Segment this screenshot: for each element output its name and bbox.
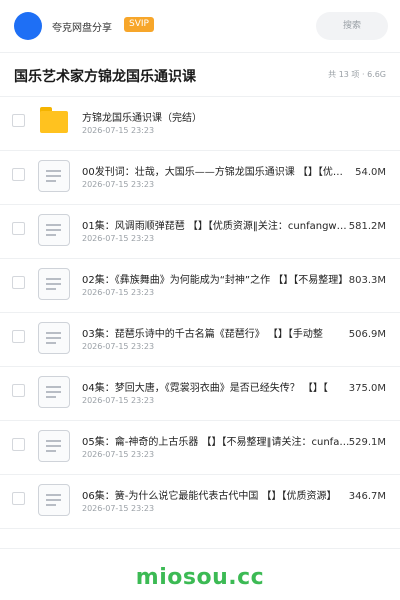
select-checkbox[interactable] [12, 330, 25, 343]
list-item[interactable]: 01集：风调雨顺弹琵琶 【】【优质资源‖关注：cunfangwu】 2026-0… [0, 204, 400, 258]
file-size: 803.3M [348, 275, 386, 286]
file-size: 506.9M [348, 329, 386, 340]
list-item[interactable]: 05集：龠-神奇的上古乐器 【】【不易整理‖请关注：cunfangwu】 202… [0, 420, 400, 474]
file-date: 2026-07-15 23:23 [82, 450, 155, 459]
watermark-logo: miosou.cc [135, 565, 265, 590]
top-bar: 夸克网盘分享 SVIP 搜索 [0, 0, 400, 52]
file-name: 02集：《彝族舞曲》为何能成为“封神”之作 【】【不易整理】 [82, 275, 349, 286]
file-size: 581.2M [348, 221, 386, 232]
document-icon [38, 160, 70, 192]
file-size: 346.7M [348, 491, 386, 502]
list-item[interactable]: 02集：《彝族舞曲》为何能成为“封神”之作 【】【不易整理】 2026-07-1… [0, 258, 400, 312]
document-icon [38, 484, 70, 516]
list-item[interactable]: 方锦龙国乐通识课（完结） 2026-07-15 23:23 [0, 96, 400, 150]
file-size: 54.0M [355, 167, 386, 178]
footer-divider [0, 548, 400, 549]
file-name: 01集：风调雨顺弹琵琶 【】【优质资源‖关注：cunfangwu】 [82, 221, 350, 232]
file-name: 04集：梦回大唐，《霓裳羽衣曲》是否已经失传？ 【】【 [82, 383, 328, 394]
file-name: 方锦龙国乐通识课（完结） [82, 113, 202, 124]
file-name: 06集：簧-为什么说它最能代表古代中国 【】【优质资源】 [82, 491, 337, 502]
file-date: 2026-07-15 23:23 [82, 180, 155, 189]
list-item[interactable]: 04集：梦回大唐，《霓裳羽衣曲》是否已经失传？ 【】【 2026-07-15 2… [0, 366, 400, 420]
file-date: 2026-07-15 23:23 [82, 342, 155, 351]
select-checkbox[interactable] [12, 222, 25, 235]
document-icon [38, 268, 70, 300]
user-name: 夸克网盘分享 [52, 23, 112, 34]
file-name: 05集：龠-神奇的上古乐器 【】【不易整理‖请关注：cunfangwu】 [82, 437, 350, 448]
row-divider [0, 528, 400, 529]
file-date: 2026-07-15 23:23 [82, 396, 155, 405]
file-date: 2026-07-15 23:23 [82, 504, 155, 513]
folder-icon [38, 106, 70, 138]
list-item[interactable]: 00发刊词：壮哉，大国乐——方锦龙国乐通识课 【】【优质资源 2026-07-1… [0, 150, 400, 204]
file-name: 03集：琵琶乐诗中的千古名篇《琵琶行》 【】【手动整 [82, 329, 323, 340]
total-size: 6.6G [359, 70, 386, 79]
file-size: 375.0M [348, 383, 386, 394]
file-name: 00发刊词：壮哉，大国乐——方锦龙国乐通识课 【】【优质资源 [82, 167, 350, 178]
share-meta: 共 13 项6.6G [328, 69, 386, 80]
list-item[interactable]: 03集：琵琶乐诗中的千古名篇《琵琶行》 【】【手动整 2026-07-15 23… [0, 312, 400, 366]
document-icon [38, 376, 70, 408]
header-divider [0, 52, 400, 53]
select-checkbox[interactable] [12, 384, 25, 397]
file-date: 2026-07-15 23:23 [82, 126, 155, 135]
page-title: 国乐艺术家方锦龙国乐通识课 [14, 69, 196, 85]
select-checkbox[interactable] [12, 276, 25, 289]
select-checkbox[interactable] [12, 438, 25, 451]
footer: miosou.cc [0, 556, 400, 600]
file-date: 2026-07-15 23:23 [82, 288, 155, 297]
document-icon [38, 430, 70, 462]
list-item[interactable]: 06集：簧-为什么说它最能代表古代中国 【】【优质资源】 2026-07-15 … [0, 474, 400, 528]
item-count: 共 13 项 [328, 70, 360, 79]
share-title-row: 国乐艺术家方锦龙国乐通识课 共 13 项6.6G [0, 58, 400, 94]
svip-badge: SVIP [124, 17, 154, 32]
file-date: 2026-07-15 23:23 [82, 234, 155, 243]
search-input[interactable]: 搜索 [316, 12, 388, 40]
file-size: 529.1M [348, 437, 386, 448]
document-icon [38, 214, 70, 246]
select-checkbox[interactable] [12, 168, 25, 181]
avatar[interactable] [14, 12, 42, 40]
document-icon [38, 322, 70, 354]
select-checkbox[interactable] [12, 114, 25, 127]
select-checkbox[interactable] [12, 492, 25, 505]
